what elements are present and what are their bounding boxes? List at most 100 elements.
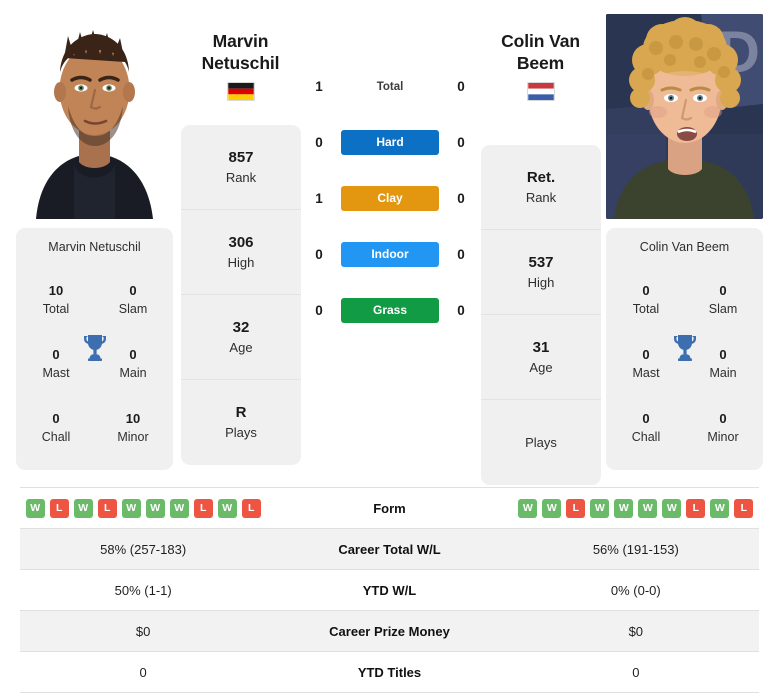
- form-badge-right-loss[interactable]: L: [686, 498, 706, 518]
- form-badge-right-win[interactable]: W: [614, 498, 634, 518]
- form-badge-left-win[interactable]: W: [169, 498, 189, 518]
- titles-minor-label-right: Minor: [707, 430, 739, 444]
- titles-slam-left: 0 Slam: [101, 281, 165, 319]
- player-name-header-left: Marvin Netuschil: [178, 30, 303, 101]
- titles-total-label-left: Total: [42, 302, 70, 316]
- trophy-icon: [81, 332, 109, 362]
- surface-badge-indoor[interactable]: Indoor: [341, 241, 439, 267]
- titles-main-left: 0 Main: [101, 345, 165, 383]
- form-badge-left-loss[interactable]: L: [97, 498, 117, 518]
- form-badge-right-loss[interactable]: L: [734, 498, 754, 518]
- ytd-titles-left: 0: [139, 664, 147, 680]
- form-badge-right-win[interactable]: W: [518, 498, 538, 518]
- surface-badge-hard[interactable]: Hard: [341, 129, 439, 155]
- rank-label-right: Rank: [525, 189, 557, 205]
- h2h-total-label: Total: [376, 81, 404, 93]
- h2h-clay-score-left: 1: [315, 190, 323, 206]
- player-name-right-line1: Colin Van: [501, 31, 580, 51]
- h2h-clay-score-right: 0: [457, 190, 465, 206]
- titles-slam-value-right: 0: [719, 283, 727, 298]
- form-badge-left-loss[interactable]: L: [193, 498, 213, 518]
- table-row-ytd-wl: 50% (1-1) YTD W/L 0% (0-0): [20, 570, 759, 611]
- h2h-grass-score-left: 0: [315, 302, 323, 318]
- titles-minor-value-left: 10: [125, 411, 141, 426]
- form-badge-right-win[interactable]: W: [542, 498, 562, 518]
- form-badge-left-win[interactable]: W: [25, 498, 45, 518]
- form-badge-right-win[interactable]: W: [662, 498, 682, 518]
- form-badge-right-win[interactable]: W: [638, 498, 658, 518]
- titles-total-label-right: Total: [632, 302, 660, 316]
- high-label-left: High: [227, 254, 255, 270]
- ytd-wl-right: 0% (0-0): [610, 582, 661, 598]
- titles-total-left: 10 Total: [24, 281, 88, 319]
- career-total-wl-left: 58% (257-183): [100, 541, 187, 557]
- h2h-hard-score-left: 0: [315, 134, 323, 150]
- age-label-left: Age: [229, 339, 253, 355]
- form-badge-right-win[interactable]: W: [590, 498, 610, 518]
- surface-badge-clay[interactable]: Clay: [341, 185, 439, 211]
- player-name-left-line2: Netuschil: [201, 53, 280, 73]
- rank-cell-right-rank: Ret. Rank: [481, 145, 601, 230]
- player-photo-left[interactable]: [16, 14, 173, 219]
- titles-mast-left: 0 Mast: [24, 345, 88, 383]
- plays-label-left: Plays: [225, 425, 257, 440]
- h2h-row-indoor: 0 Indoor 0: [306, 226, 474, 282]
- table-row-career-prize-money: $0 Career Prize Money $0: [20, 611, 759, 652]
- form-badge-left-win[interactable]: W: [217, 498, 237, 518]
- rank-cell-left-rank: 857 Rank: [181, 125, 301, 210]
- h2h-grass-score-right: 0: [457, 302, 465, 318]
- netherlands-flag-icon: [526, 82, 555, 101]
- plays-value-left: R: [235, 404, 247, 421]
- career-prize-money-left: $0: [135, 623, 151, 639]
- rank-cell-left-high: 306 High: [181, 210, 301, 295]
- career-prize-money-right: $0: [628, 623, 644, 639]
- titles-chall-value-right: 0: [642, 411, 650, 426]
- stat-label-ytd-wl: YTD W/L: [362, 582, 417, 598]
- stat-label-career-total-wl: Career Total W/L: [338, 541, 441, 557]
- titles-minor-label-left: Minor: [117, 430, 149, 444]
- form-badge-right-loss[interactable]: L: [566, 498, 586, 518]
- form-badge-left-win[interactable]: W: [145, 498, 165, 518]
- titles-mast-value-right: 0: [642, 347, 650, 362]
- titles-mast-label-right: Mast: [632, 366, 660, 380]
- player-name-right-line2: Beem: [516, 53, 565, 73]
- titles-slam-value-left: 0: [129, 283, 137, 298]
- form-badge-left-win[interactable]: W: [121, 498, 141, 518]
- ytd-wl-left: 50% (1-1): [114, 582, 172, 598]
- rank-card-right: Ret. Rank 537 High 31 Age Plays: [481, 145, 601, 485]
- rank-cell-right-plays: Plays: [481, 400, 601, 485]
- stat-label-ytd-titles: YTD Titles: [357, 664, 422, 680]
- form-badge-left-loss[interactable]: L: [49, 498, 69, 518]
- rank-cell-right-high: 537 High: [481, 230, 601, 315]
- form-badge-right-win[interactable]: W: [710, 498, 730, 518]
- form-badge-left-win[interactable]: W: [73, 498, 93, 518]
- player-name-header-right: Colin Van Beem: [478, 30, 603, 101]
- titles-minor-value-right: 0: [719, 411, 727, 426]
- form-badge-left-loss[interactable]: L: [241, 498, 261, 518]
- ytd-titles-right: 0: [632, 664, 640, 680]
- surface-badge-grass[interactable]: Grass: [341, 297, 439, 323]
- germany-flag-icon: [226, 82, 255, 101]
- table-row-career-total-wl: 58% (257-183) Career Total W/L 56% (191-…: [20, 529, 759, 570]
- titles-chall-left: 0 Chall: [24, 409, 88, 447]
- titles-row-1-right: 0 Total 0 Slam: [614, 268, 755, 332]
- player-photo-right[interactable]: D: [606, 14, 763, 219]
- rank-value-left: 857: [228, 148, 254, 166]
- titles-slam-label-right: Slam: [708, 302, 738, 316]
- age-label-right: Age: [529, 359, 553, 375]
- titles-mast-right: 0 Mast: [614, 345, 678, 383]
- titles-total-right: 0 Total: [614, 281, 678, 319]
- high-value-left: 306: [228, 233, 254, 251]
- titles-minor-left: 10 Minor: [101, 409, 165, 447]
- form-badges-right: WWLWWWWLWL: [513, 498, 759, 518]
- player-name-left-line1: Marvin: [212, 31, 269, 51]
- titles-main-value-right: 0: [719, 347, 727, 362]
- high-value-right: 537: [528, 253, 554, 271]
- titles-card-name-right: Colin Van Beem: [639, 240, 730, 254]
- rank-cell-left-age: 32 Age: [181, 295, 301, 380]
- career-total-wl-right: 56% (191-153): [592, 541, 679, 557]
- head-to-head-comparison: D Marvin Netuschil Colin Van Beem 1 Tota…: [0, 0, 779, 485]
- h2h-indoor-score-left: 0: [315, 246, 323, 262]
- titles-total-value-left: 10: [48, 283, 64, 298]
- titles-chall-label-left: Chall: [41, 430, 71, 444]
